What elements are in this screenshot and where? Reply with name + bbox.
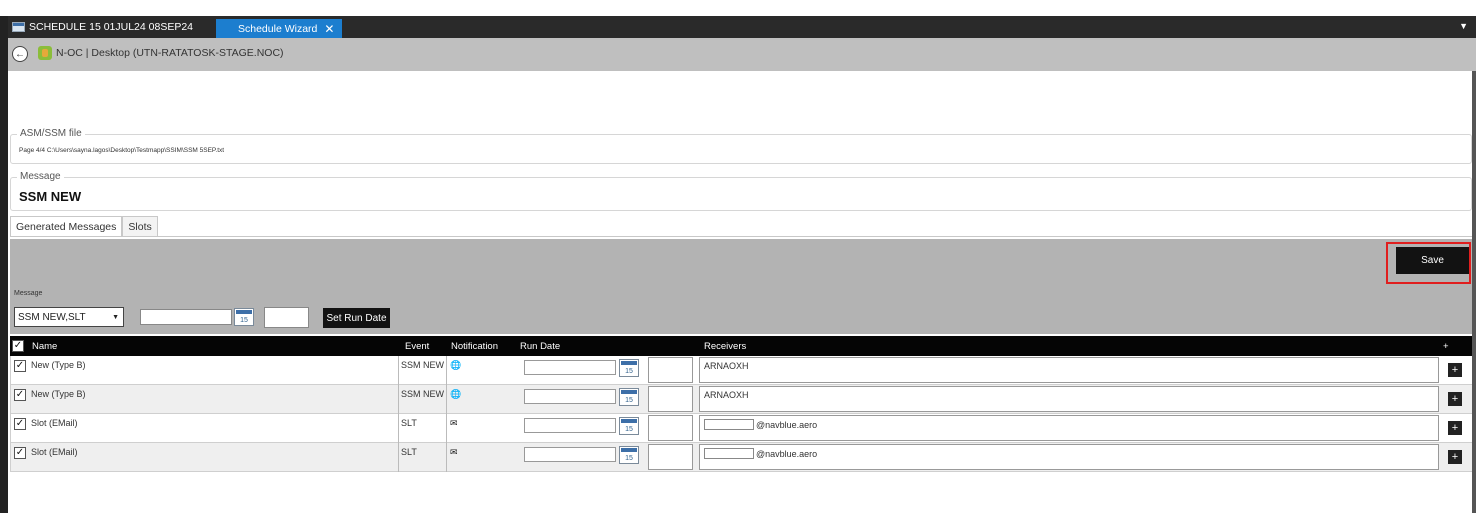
add-receiver-button[interactable]: +	[1448, 450, 1462, 464]
row-time-input[interactable]	[648, 415, 693, 441]
tab-wizard-label: Schedule Wizard	[238, 22, 318, 35]
row-name: New (Type B)	[31, 360, 86, 370]
row-name: Slot (EMail)	[31, 447, 78, 457]
message-legend: Message	[17, 171, 64, 182]
row-checkbox[interactable]: ✓	[14, 418, 26, 430]
row-run-date-input[interactable]	[524, 360, 616, 375]
message-label: Message	[14, 290, 43, 297]
calendar-icon[interactable]: 15	[619, 446, 639, 464]
chevron-down-icon: ▼	[112, 314, 119, 321]
column-divider	[398, 385, 399, 414]
run-time-input[interactable]	[264, 307, 309, 328]
add-receiver-button[interactable]: +	[1448, 421, 1462, 435]
add-receiver-button[interactable]: +	[1448, 363, 1462, 377]
asm-file-path: Page 4/4 C:\Users\sayna.lagos\Desktop\Te…	[19, 147, 225, 154]
app-icon	[38, 46, 52, 60]
table-row: ✓ New (Type B) SSM NEW 🌐 15 ARNAOXH +	[10, 385, 1472, 414]
row-time-input[interactable]	[648, 444, 693, 470]
row-run-date-input[interactable]	[524, 447, 616, 462]
left-border	[0, 16, 8, 513]
row-receivers-input[interactable]: ARNAOXH	[699, 386, 1439, 412]
tab-divider	[10, 236, 1472, 237]
row-checkbox[interactable]: ✓	[14, 447, 26, 459]
row-receivers-text: @navblue.aero	[756, 449, 818, 459]
select-all-checkbox[interactable]: ✓	[12, 340, 24, 352]
nav-title: N-OC | Desktop (UTN-RATATOSK-STAGE.NOC)	[56, 47, 284, 59]
column-divider	[446, 414, 447, 443]
tab-schedule[interactable]: SCHEDULE 15 01JUL24 08SEP24	[12, 20, 193, 34]
calendar-icon[interactable]: 15	[619, 417, 639, 435]
row-name: Slot (EMail)	[31, 418, 78, 428]
add-receiver-button[interactable]: +	[1448, 392, 1462, 406]
email-prefix-input[interactable]	[704, 419, 754, 430]
row-receivers-text: ARNAOXH	[704, 390, 749, 400]
row-time-input[interactable]	[648, 357, 693, 383]
nav-bar: ← N-OC | Desktop (UTN-RATATOSK-STAGE.NOC…	[8, 38, 1476, 71]
calendar-icon[interactable]: 15	[619, 388, 639, 406]
row-run-date-input[interactable]	[524, 389, 616, 404]
generated-messages-panel: Save Message SSM NEW,SLT ▼ 15 Set Run Da…	[10, 239, 1472, 334]
row-receivers-text: @navblue.aero	[756, 420, 818, 430]
col-event[interactable]: Event	[405, 341, 429, 352]
save-button[interactable]: Save	[1396, 247, 1469, 274]
close-icon[interactable]: ✕	[324, 22, 334, 36]
add-column-button[interactable]: +	[1443, 341, 1449, 352]
message-select-value: SSM NEW,SLT	[18, 311, 86, 323]
mail-icon: ✉	[450, 418, 458, 428]
tab-generated-messages[interactable]: Generated Messages	[10, 216, 123, 237]
tab-strip: Generated Messages Slots	[10, 216, 158, 237]
column-divider	[446, 385, 447, 414]
column-divider	[446, 443, 447, 472]
table-row: ✓ Slot (EMail) SLT ✉ 15 @navblue.aero +	[10, 414, 1472, 443]
top-strip	[0, 0, 1476, 16]
calendar-icon[interactable]: 15	[234, 308, 254, 326]
back-arrow-icon: ←	[15, 48, 25, 60]
table-row: ✓ Slot (EMail) SLT ✉ 15 @navblue.aero +	[10, 443, 1472, 472]
tab-schedule-label: SCHEDULE 15 01JUL24 08SEP24	[29, 21, 194, 33]
tab-schedule-wizard[interactable]: Schedule Wizard ✕	[216, 19, 342, 38]
row-run-date-input[interactable]	[524, 418, 616, 433]
row-checkbox[interactable]: ✓	[14, 389, 26, 401]
table-row: ✓ New (Type B) SSM NEW 🌐 15 ARNAOXH +	[10, 356, 1472, 385]
back-button[interactable]: ←	[12, 46, 28, 62]
row-name: New (Type B)	[31, 389, 86, 399]
email-prefix-input[interactable]	[704, 448, 754, 459]
column-divider	[398, 414, 399, 443]
column-divider	[398, 443, 399, 472]
mail-icon: ✉	[450, 447, 458, 457]
row-receivers-input[interactable]: @navblue.aero	[699, 444, 1439, 470]
col-notification[interactable]: Notification	[451, 341, 498, 352]
set-run-date-button[interactable]: Set Run Date	[323, 308, 390, 328]
calendar-icon	[12, 22, 25, 32]
row-checkbox[interactable]: ✓	[14, 360, 26, 372]
row-receivers-input[interactable]: ARNAOXH	[699, 357, 1439, 383]
col-receivers[interactable]: Receivers	[704, 341, 746, 352]
globe-icon: 🌐	[450, 360, 462, 370]
table-header: ✓ Name Event Notification Run Date Recei…	[10, 336, 1472, 356]
message-value: SSM NEW	[19, 189, 82, 204]
globe-icon: 🌐	[450, 389, 462, 399]
chevron-down-icon[interactable]: ▼	[1459, 21, 1468, 31]
message-group: Message SSM NEW	[10, 171, 1472, 211]
run-date-input[interactable]	[140, 309, 232, 325]
row-event: SSM NEW	[401, 389, 445, 399]
row-event: SLT	[401, 418, 417, 428]
col-run-date[interactable]: Run Date	[520, 341, 560, 352]
tab-slots[interactable]: Slots	[122, 216, 158, 237]
row-event: SLT	[401, 447, 417, 457]
row-time-input[interactable]	[648, 386, 693, 412]
column-divider	[398, 356, 399, 385]
message-select[interactable]: SSM NEW,SLT ▼	[14, 307, 124, 327]
asm-file-legend: ASM/SSM file	[17, 128, 85, 139]
row-receivers-input[interactable]: @navblue.aero	[699, 415, 1439, 441]
column-divider	[446, 356, 447, 385]
scrollbar[interactable]	[1472, 38, 1476, 513]
row-event: SSM NEW	[401, 360, 445, 370]
asm-ssm-file-group: ASM/SSM file Page 4/4 C:\Users\sayna.lag…	[10, 128, 1472, 164]
row-receivers-text: ARNAOXH	[704, 361, 749, 371]
title-bar: SCHEDULE 15 01JUL24 08SEP24 Schedule Wiz…	[8, 16, 1476, 38]
calendar-icon[interactable]: 15	[619, 359, 639, 377]
col-name[interactable]: Name	[32, 341, 57, 352]
